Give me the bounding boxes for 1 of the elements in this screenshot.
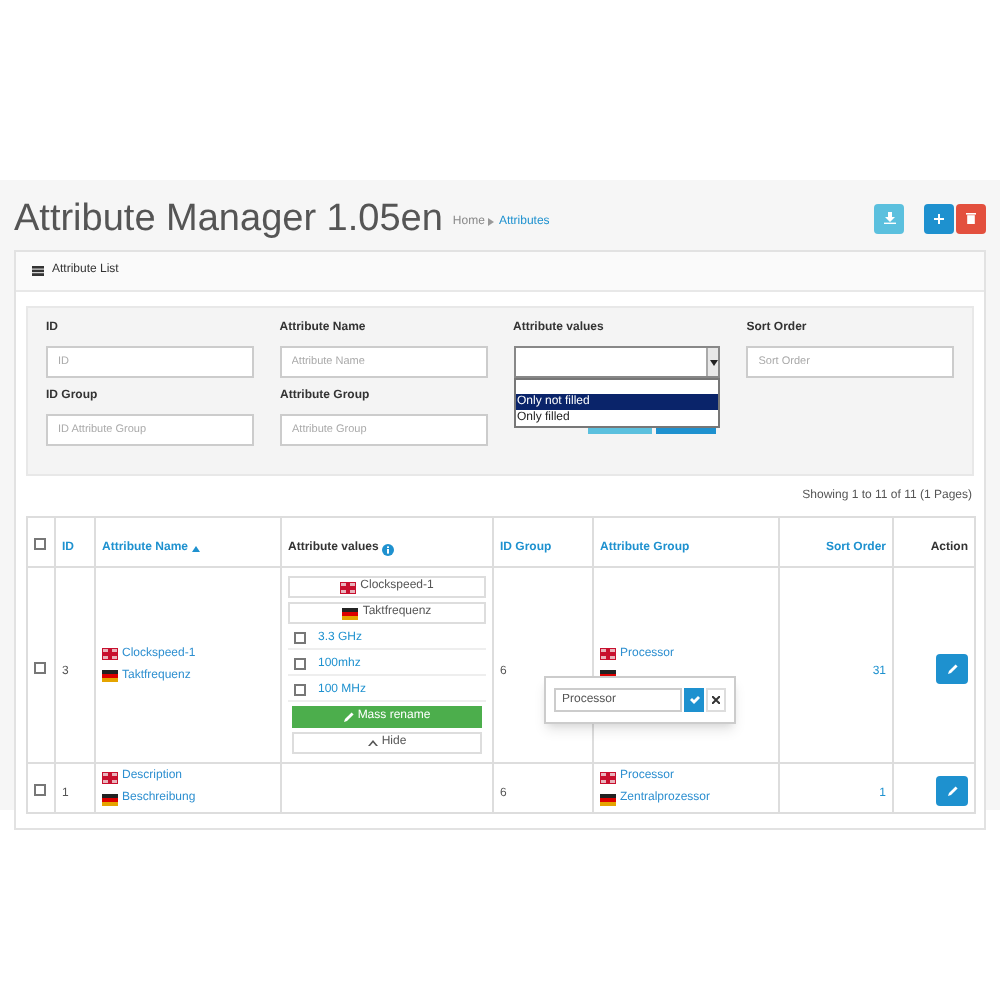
page-title: Attribute Manager 1.05en (14, 199, 443, 237)
